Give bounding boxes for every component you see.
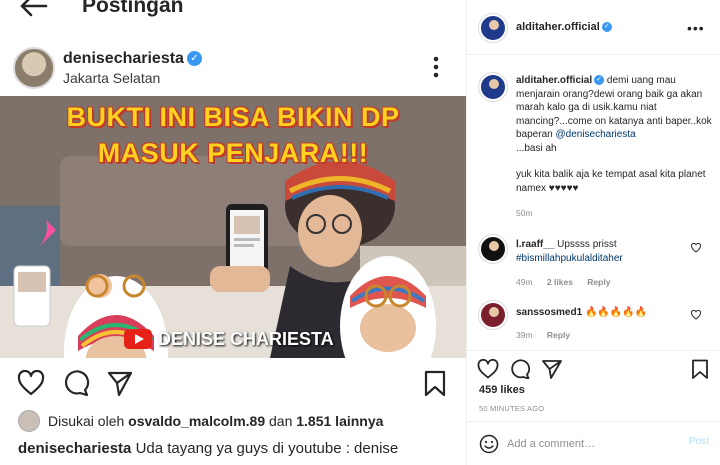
comment-meta: 50m (516, 208, 545, 218)
reply-button[interactable]: Reply (547, 330, 570, 340)
comment-list: alditaher.official ✓ demi uang mau menjar… (467, 55, 720, 350)
avatar[interactable] (479, 301, 507, 329)
avatar[interactable] (13, 47, 55, 89)
more-options-icon[interactable] (428, 56, 444, 78)
caption-username[interactable]: denisechariesta (18, 440, 131, 457)
comment-item: sanssosmed1 🔥🔥🔥🔥🔥 (516, 306, 712, 320)
avatar[interactable] (479, 235, 507, 263)
verified-badge-icon: ✓ (594, 75, 605, 86)
image-headline-line2: MASUK PENJARA!!! (97, 138, 369, 168)
liker-avatar[interactable] (18, 410, 40, 432)
share-icon[interactable] (541, 359, 563, 379)
post-username-text[interactable]: denisechariesta (63, 50, 184, 67)
liked-by-line: Disukai oleh osvaldo_malcolm.89 dan 1.85… (18, 410, 383, 432)
more-options-icon[interactable]: ••• (687, 20, 705, 36)
comment-text-end: ...basi ah (516, 142, 557, 154)
emoji-icon[interactable] (479, 434, 499, 454)
comment-username[interactable]: l.raaff__ (516, 239, 554, 250)
post-action-bar (0, 362, 466, 402)
comment-like-heart-icon[interactable] (691, 243, 701, 253)
avatar[interactable] (479, 73, 507, 101)
post-photo-illustration (0, 96, 466, 358)
comment-like-heart-icon[interactable] (691, 310, 701, 320)
post-header: denisechariesta ✓ Jakarta Selatan (0, 40, 466, 96)
comment-input[interactable] (507, 434, 667, 454)
comment-username[interactable]: sanssosmed1 (516, 307, 582, 318)
comment-meta: 49m 2 likes Reply (516, 277, 622, 287)
comment-meta: 39m Reply (516, 330, 582, 340)
share-icon[interactable] (106, 370, 134, 396)
comment-text: Upssss prisst (557, 239, 617, 250)
desktop-post-header: alditaher.official ✓ ••• (467, 0, 720, 55)
caption-comment: alditaher.official ✓ demi uang mau menjar… (516, 74, 712, 155)
add-comment-bar: Post (467, 421, 720, 465)
hashtag-link[interactable]: #bismillahpukulalditaher (516, 253, 623, 264)
reply-button[interactable]: Reply (587, 277, 610, 287)
comment-icon[interactable] (62, 370, 90, 396)
page-title: Postingan (82, 0, 184, 17)
avatar[interactable] (479, 14, 507, 42)
comment-text: 🔥🔥🔥🔥🔥 (584, 307, 648, 318)
liked-by-user[interactable]: osvaldo_malcolm.89 (128, 413, 265, 429)
back-arrow-icon[interactable] (18, 0, 48, 18)
verified-badge-icon: ✓ (601, 22, 612, 33)
comment-likes[interactable]: 2 likes (547, 277, 573, 287)
caption-text: Uda tayang ya guys di youtube : denise (135, 440, 399, 457)
post-time[interactable]: 50 MINUTES AGO (479, 404, 544, 413)
heart-icon[interactable] (17, 370, 45, 396)
header-username[interactable]: alditaher.official ✓ (516, 21, 612, 33)
post-image[interactable]: BUKTI INI BISA BIKIN DP MASUK PENJARA!!!… (0, 96, 466, 358)
comment-time[interactable]: 49m (516, 277, 533, 287)
channel-name: DENISE CHARIESTA (158, 328, 334, 349)
image-headline-line1: BUKTI INI BISA BIKIN DP (66, 102, 400, 132)
comment-item: l.raaff__ Upssss prisst #bismillahpukula… (516, 238, 712, 265)
verified-badge-icon: ✓ (186, 51, 202, 67)
youtube-channel-badge: DENISE CHARIESTA (124, 328, 334, 350)
header-username-text[interactable]: alditaher.official (516, 21, 600, 33)
liked-by-mid: dan (269, 413, 293, 429)
bookmark-icon[interactable] (689, 359, 711, 379)
desktop-comments-panel: alditaher.official ✓ ••• alditaher.offici… (466, 0, 720, 465)
liked-by-prefix: Disukai oleh (48, 413, 125, 429)
heart-icon[interactable] (477, 359, 499, 379)
post-location[interactable]: Jakarta Selatan (63, 70, 160, 86)
caption-comment-line2: yuk kita balik aja ke tempat asal kita p… (516, 169, 706, 194)
comment-time[interactable]: 50m (516, 208, 533, 218)
comment-username[interactable]: alditaher.official ✓ (516, 75, 605, 86)
likes-count[interactable]: 459 likes (479, 384, 525, 396)
liked-by-others[interactable]: 1.851 lainnya (296, 413, 383, 429)
post-username[interactable]: denisechariesta ✓ (63, 50, 202, 68)
mobile-top-bar: Postingan (0, 0, 466, 22)
mention-link[interactable]: @denisechariesta (555, 129, 635, 140)
comment-icon[interactable] (509, 359, 531, 379)
youtube-logo-icon (124, 329, 152, 349)
bookmark-icon[interactable] (421, 370, 449, 396)
mobile-post-panel: Postingan denisechariesta ✓ Jakarta Selat… (0, 0, 466, 465)
post-comment-button[interactable]: Post (689, 436, 709, 447)
comment-time[interactable]: 39m (516, 330, 533, 340)
post-caption: denisechariesta Uda tayang ya guys di yo… (18, 440, 398, 457)
